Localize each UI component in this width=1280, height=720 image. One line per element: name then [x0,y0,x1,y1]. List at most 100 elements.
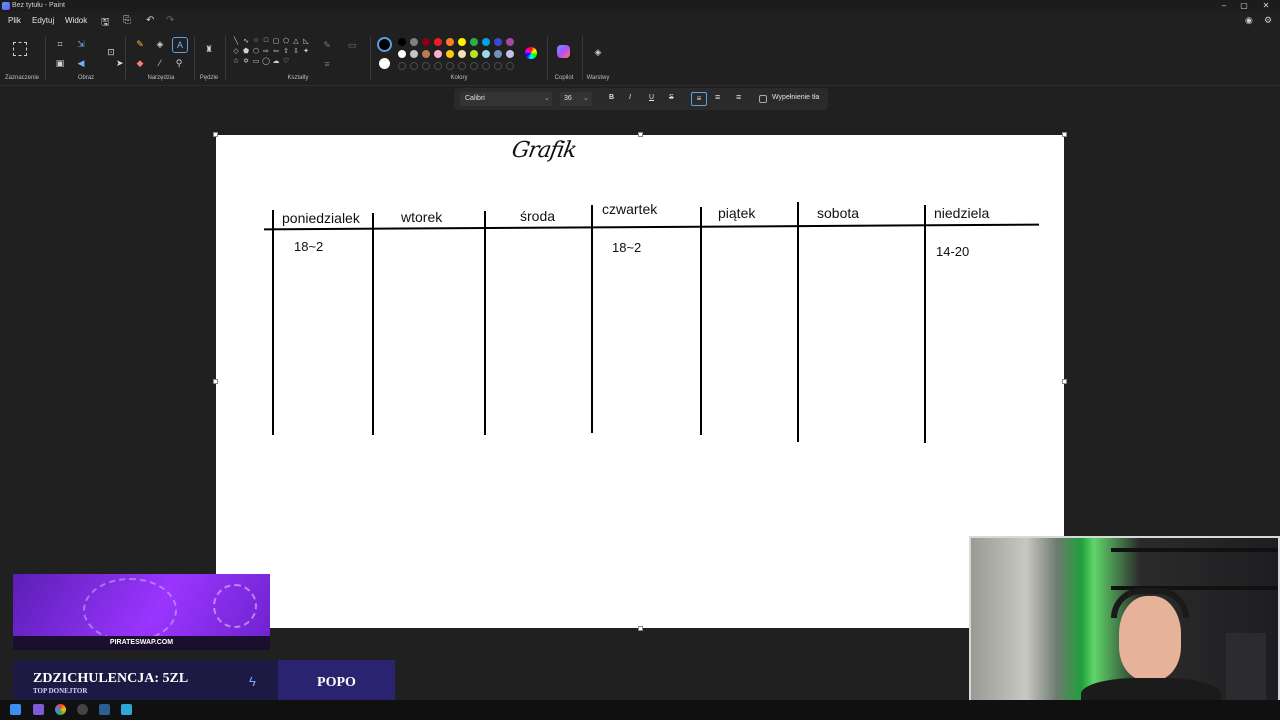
resize-handle[interactable] [1062,379,1067,384]
fill-icon[interactable]: ◈ [153,37,167,51]
color-swatch[interactable] [458,38,466,46]
color-swatch[interactable] [410,38,418,46]
triangle-shape-icon[interactable]: △ [291,37,301,45]
resize-icon[interactable]: ⇲ [74,37,88,51]
minimize-button[interactable]: – [1214,0,1234,12]
custom-color-slot[interactable] [458,62,466,70]
font-family-select[interactable]: Calibri ⌄ [460,92,552,106]
layers-icon[interactable]: ◈ [591,45,605,59]
color-swatch[interactable] [398,50,406,58]
color-swatch[interactable] [494,38,502,46]
callout-oval-shape-icon[interactable]: ◯ [261,57,271,65]
outline-style-icon[interactable]: ≡ [320,57,334,71]
color-swatch[interactable] [506,50,514,58]
color-1-primary[interactable] [377,37,392,52]
resize-handle[interactable] [213,379,218,384]
rotate-icon[interactable]: ◀ [74,56,88,70]
background-fill-checkbox[interactable] [759,95,767,103]
resize-handle[interactable] [638,132,643,137]
strikethrough-button[interactable]: S [669,94,674,101]
settings-icon[interactable]: ⚙ [1264,15,1272,26]
resize-handle[interactable] [213,132,218,137]
resize-handle[interactable] [1062,132,1067,137]
image-select-icon[interactable]: ⊡ [104,45,118,59]
eraser-icon[interactable]: ◆ [133,56,147,70]
outline-icon[interactable]: ✎ [320,38,334,52]
color-swatch[interactable] [422,50,430,58]
heart-shape-icon[interactable]: ♡ [281,57,291,65]
color-swatch[interactable] [482,38,490,46]
arrow-down-shape-icon[interactable]: ⇩ [291,47,301,55]
share-icon[interactable]: ⎘ [123,15,131,26]
align-center-icon[interactable]: ≡ [715,92,720,102]
resize-handle[interactable] [638,626,643,631]
star6-shape-icon[interactable]: ✡ [241,57,251,65]
color-swatch[interactable] [446,38,454,46]
color-swatch[interactable] [446,50,454,58]
select-rectangle-icon[interactable] [13,42,27,56]
star4-shape-icon[interactable]: ✦ [301,47,311,55]
font-size-select[interactable]: 36 ⌄ [560,92,592,106]
diamond-shape-icon[interactable]: ◇ [231,47,241,55]
color-picker-icon[interactable]: ⁄ [153,56,167,70]
app-icon[interactable] [33,704,44,715]
callout-cloud-shape-icon[interactable]: ☁ [271,57,281,65]
crop-icon[interactable]: ⌗ [53,37,67,51]
color-swatch[interactable] [410,50,418,58]
redo-icon[interactable]: ↷ [166,15,174,26]
maximize-button[interactable]: ▢ [1234,0,1254,12]
custom-color-slot[interactable] [470,62,478,70]
bold-button[interactable]: B [609,94,614,101]
chrome-icon[interactable] [55,704,66,715]
menu-view[interactable]: Widok [65,16,87,25]
callout-rect-shape-icon[interactable]: ▭ [251,57,261,65]
rounded-rectangle-shape-icon[interactable]: ▢ [271,37,281,45]
align-right-icon[interactable]: ≡ [736,92,741,102]
menu-edit[interactable]: Edytuj [32,16,54,25]
text-tool-icon[interactable]: A [172,37,188,53]
menu-file[interactable]: Plik [8,16,21,25]
edit-colors-icon[interactable] [525,47,537,59]
windows-start-icon[interactable] [10,704,21,715]
undo-icon[interactable]: ↶ [146,15,154,26]
color-swatch[interactable] [398,38,406,46]
color-swatch[interactable] [482,50,490,58]
color-swatch[interactable] [422,38,430,46]
color-swatch[interactable] [470,50,478,58]
copilot-icon[interactable] [557,45,570,58]
color-swatch[interactable] [434,50,442,58]
color-swatch[interactable] [458,50,466,58]
custom-color-slot[interactable] [398,62,406,70]
star5-shape-icon[interactable]: ☆ [231,57,241,65]
curve-shape-icon[interactable]: ∿ [241,37,251,45]
color-swatch[interactable] [434,38,442,46]
line-shape-icon[interactable]: ╲ [231,37,241,45]
custom-color-slot[interactable] [422,62,430,70]
arrow-left-shape-icon[interactable]: ⇦ [271,47,281,55]
steam-icon[interactable] [99,704,110,715]
underline-button[interactable]: U [649,94,654,101]
rectangle-shape-icon[interactable]: □ [261,37,271,45]
fill-shape-icon[interactable]: ▭ [345,38,359,52]
remove-background-icon[interactable]: ▣ [53,56,67,70]
custom-color-slot[interactable] [506,62,514,70]
custom-color-slot[interactable] [482,62,490,70]
pentagon-shape-icon[interactable]: ⬟ [241,47,251,55]
arrow-up-shape-icon[interactable]: ⇧ [281,47,291,55]
polygon-shape-icon[interactable]: ⬠ [281,37,291,45]
custom-color-slot[interactable] [494,62,502,70]
color-swatch[interactable] [494,50,502,58]
custom-color-slot[interactable] [410,62,418,70]
arrow-right-shape-icon[interactable]: ⇨ [261,47,271,55]
oval-shape-icon[interactable]: ○ [251,37,261,45]
custom-color-slot[interactable] [446,62,454,70]
custom-color-slot[interactable] [434,62,442,70]
magnifier-icon[interactable]: ⚲ [172,56,186,70]
app-icon[interactable] [77,704,88,715]
paint-taskbar-icon[interactable] [121,704,132,715]
pencil-icon[interactable]: ✎ [133,37,147,51]
brush-icon[interactable]: ♜ [202,42,216,56]
drawing-canvas[interactable]: Grafik poniedzialek wtorek środa czwarte… [216,135,1064,628]
hexagon-shape-icon[interactable]: ⬡ [251,47,261,55]
right-triangle-shape-icon[interactable]: ◺ [301,37,311,45]
